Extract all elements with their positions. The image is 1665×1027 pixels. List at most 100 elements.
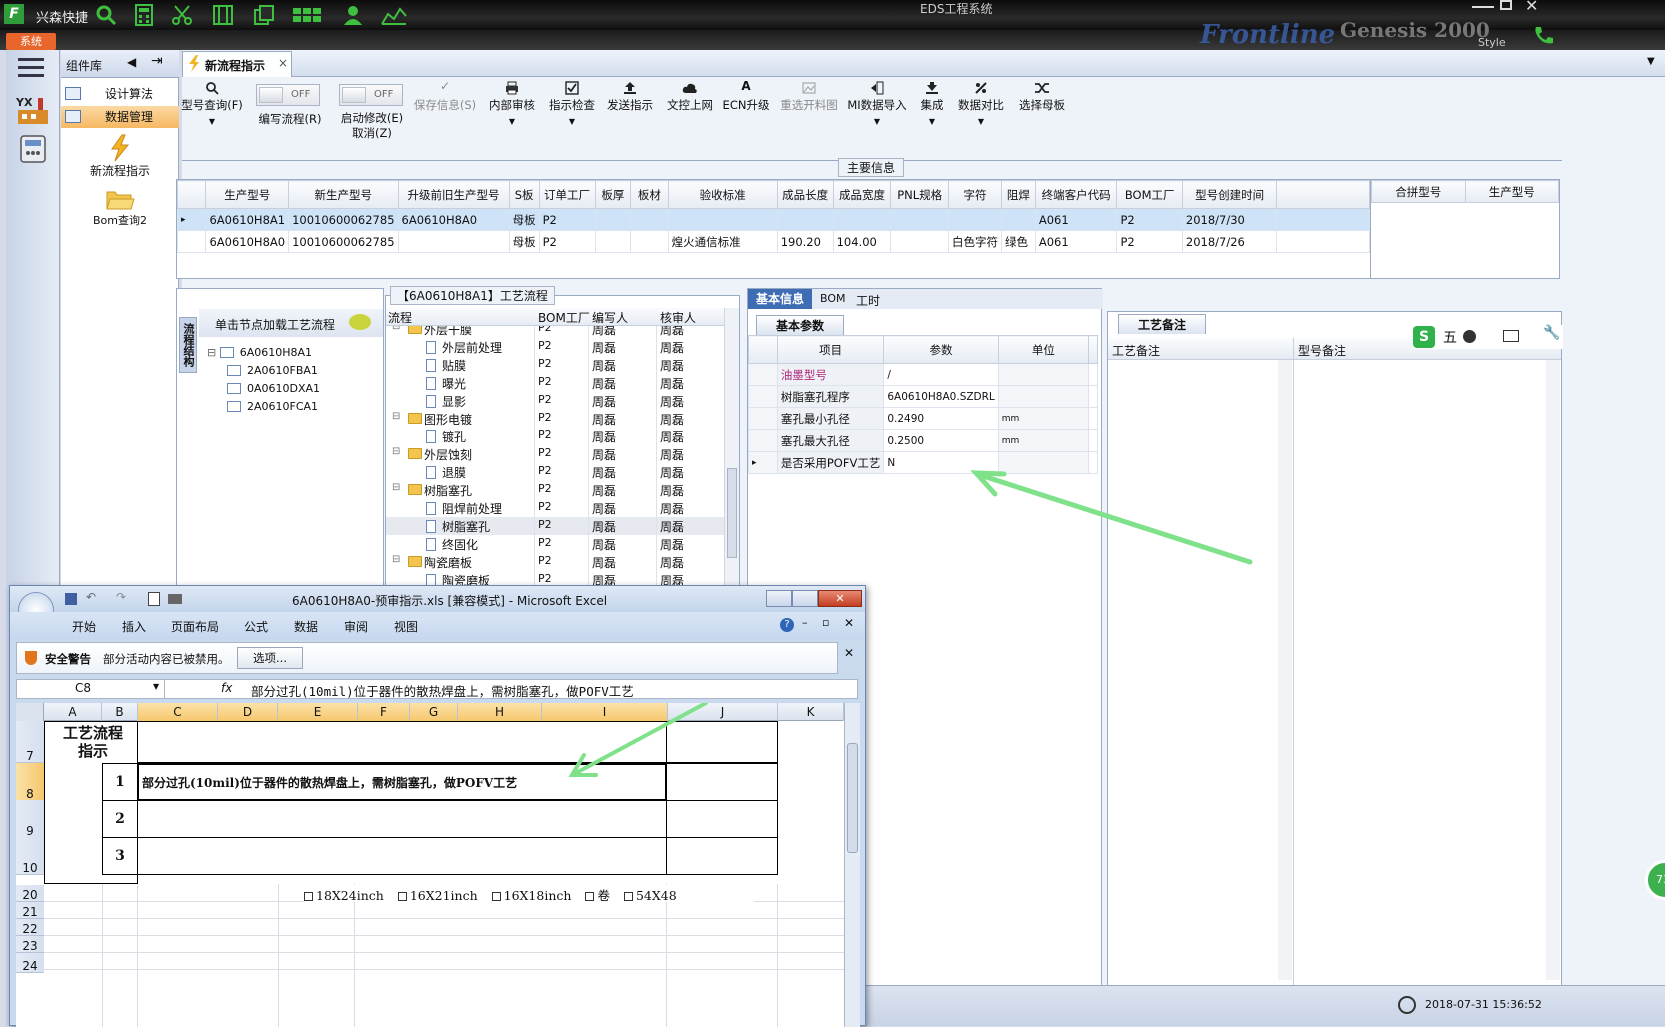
main-info-col-header[interactable]: PNL规格 <box>890 180 949 209</box>
collapse-icon[interactable]: ⊟ <box>392 482 400 493</box>
minimize-button[interactable] <box>766 590 792 607</box>
row-header[interactable]: 24 <box>16 953 44 973</box>
tab-new-flow-indication[interactable]: 新流程指示 × <box>182 51 292 77</box>
main-info-col-header[interactable]: 订单工厂 <box>538 180 596 209</box>
checkbox-icon[interactable] <box>585 892 595 901</box>
dropdown-arrow-icon[interactable]: ▼ <box>569 117 575 126</box>
main-info-col-header[interactable]: BOM工厂 <box>1116 180 1183 209</box>
flow-col-bom[interactable]: BOM工厂 <box>538 309 590 326</box>
main-info-col-header[interactable]: 成品长度 <box>776 180 834 209</box>
collapse-icon[interactable]: ⊟ <box>392 554 400 565</box>
help-icon[interactable]: ? <box>780 618 794 632</box>
process-remarks-col[interactable]: 工艺备注 <box>1112 342 1160 359</box>
main-info-col-header[interactable]: 升级前旧生产型号 <box>397 180 510 209</box>
calculator-icon[interactable] <box>133 4 155 26</box>
tree-root-node[interactable]: ⊟ 6A0610H8A1 <box>207 343 312 361</box>
size-option[interactable]: 18X24inch <box>304 888 384 903</box>
flow-row[interactable]: 阻焊前处理 P2 周磊 周磊 <box>386 499 724 517</box>
maximize-button[interactable] <box>1500 0 1512 10</box>
column-header[interactable]: F <box>358 703 410 721</box>
scroll-thumb[interactable] <box>727 468 737 558</box>
row-header[interactable]: 9 <box>16 800 44 838</box>
cell-B9[interactable]: 2 <box>102 800 138 838</box>
internal-review-button[interactable]: 内部审核 ▼ <box>482 79 542 127</box>
column-header[interactable]: E <box>278 703 358 721</box>
ribbon-tab[interactable]: 开始 <box>72 618 96 635</box>
collapse-icon[interactable]: ⊟ <box>207 346 220 359</box>
structure-vtab[interactable]: 流程结构 <box>179 317 197 373</box>
excel-vscroll[interactable] <box>844 703 860 1027</box>
fx-icon[interactable]: fx <box>221 681 232 695</box>
main-info-col-header[interactable]: 板材 <box>630 180 669 209</box>
indication-check-button[interactable]: 指示检查 ▼ <box>542 79 602 127</box>
grid-icon[interactable] <box>292 4 322 26</box>
ime-toolbar[interactable]: S 五 🔧 <box>1413 325 1563 349</box>
size-option[interactable]: 16X18inch <box>491 888 571 903</box>
hamburger-menu-icon[interactable] <box>18 58 44 78</box>
column-header[interactable]: B <box>102 703 138 721</box>
dropdown-arrow-icon[interactable]: ▼ <box>209 117 215 126</box>
main-info-col-header[interactable]: 生产型号 <box>205 180 290 209</box>
save-info-button[interactable]: ✓ 保存信息(S) <box>410 79 480 113</box>
main-info-col-header[interactable]: 型号创建时间 <box>1181 180 1278 209</box>
tab-basic-info[interactable]: 基本信息 <box>748 289 812 309</box>
model-query-button[interactable]: 型号查询(F) ▼ <box>176 79 248 127</box>
ribbon-tab[interactable]: 插入 <box>122 618 146 635</box>
sidebar-item-data-management[interactable]: 数据管理 <box>61 106 179 128</box>
main-info-col-header[interactable]: 新生产型号 <box>288 180 399 209</box>
size-option[interactable]: 16X21inch <box>397 888 478 903</box>
sidebar-item-design-algorithm[interactable]: 设计算法 <box>61 83 179 105</box>
collapse-icon[interactable]: ⊟ <box>392 326 400 332</box>
flow-row[interactable]: ⊟ 图形电镀 P2 周磊 周磊 <box>386 410 724 428</box>
flow-row[interactable]: 显影 P2 周磊 周磊 <box>386 392 724 410</box>
redo-icon[interactable]: ↷ <box>116 590 126 604</box>
flow-scrollbar[interactable] <box>724 308 739 590</box>
select-all-corner[interactable] <box>16 703 44 721</box>
select-mother-board-button[interactable]: 选择母板 <box>1012 79 1072 113</box>
flow-row[interactable]: 终固化 P2 周磊 周磊 <box>386 535 724 553</box>
tree-child-node[interactable]: 2A0610FBA1 <box>227 361 318 379</box>
film-icon[interactable] <box>212 4 234 26</box>
sub-tab-basic-params[interactable]: 基本参数 <box>756 315 844 335</box>
collapse-icon[interactable]: ⊟ <box>392 446 400 457</box>
cell-B8[interactable]: 1 <box>102 763 138 801</box>
cell-C10[interactable] <box>137 837 667 875</box>
size-option[interactable]: 卷 <box>585 888 610 903</box>
start-modify-toggle[interactable]: OFF <box>339 84 403 106</box>
ribbon-close-icon[interactable]: ✕ <box>844 616 854 630</box>
scissors-icon[interactable] <box>171 4 193 26</box>
flow-row[interactable]: 曝光 P2 周磊 周磊 <box>386 374 724 392</box>
tree-child-node[interactable]: 2A0610FCA1 <box>227 397 318 415</box>
dropdown-arrow-icon[interactable]: ▼ <box>509 117 515 126</box>
mi-data-import-button[interactable]: MI数据导入 ▼ <box>844 79 910 127</box>
style-menu[interactable]: Style <box>1478 36 1506 49</box>
close-security-icon[interactable]: ✕ <box>844 646 854 660</box>
column-header[interactable]: H <box>458 703 542 721</box>
cell-J10[interactable] <box>666 837 778 875</box>
tool-bom-query[interactable]: Bom查询2 <box>61 186 179 230</box>
print-preview-icon[interactable] <box>148 592 160 606</box>
cell-J9[interactable] <box>666 800 778 838</box>
minimize-button[interactable] <box>1472 0 1494 8</box>
flow-row[interactable]: 镀孔 P2 周磊 周磊 <box>386 427 724 445</box>
size-option[interactable]: 54X48 <box>623 888 677 903</box>
ribbon-tab[interactable]: 页面布局 <box>171 618 219 635</box>
flow-row[interactable]: 退膜 P2 周磊 周磊 <box>386 463 724 481</box>
tab-close-icon[interactable]: × <box>278 56 288 70</box>
remarks-scrollbar-left[interactable] <box>1278 360 1292 980</box>
row-header[interactable]: 21 <box>16 902 44 919</box>
chart-icon[interactable] <box>380 4 408 26</box>
model-remarks-col[interactable]: 型号备注 <box>1298 342 1346 359</box>
ribbon-tab[interactable]: 审阅 <box>344 618 368 635</box>
options-button[interactable]: 选项... <box>237 647 303 669</box>
table-row[interactable]: 6A0610H8A0 10010600062785 母板 P2 煌火通信标准 190.20… <box>177 230 1370 253</box>
row-header[interactable]: 23 <box>16 936 44 953</box>
close-icon[interactable]: ✕ <box>1525 0 1538 15</box>
name-box[interactable]: C8 ▼ <box>17 680 165 698</box>
row-header[interactable]: 10 <box>16 837 44 875</box>
print-icon[interactable] <box>168 594 182 604</box>
param-row[interactable]: 塞孔最小孔径 0.2490 mm <box>748 407 1098 430</box>
reselect-cutting-chart-button[interactable]: 重选开料图 <box>776 79 842 113</box>
formula-input[interactable]: 部分过孔(10mil)位于器件的散热焊盘上，需树脂塞孔，做POFV工艺 <box>251 681 634 700</box>
collapse-icon[interactable]: ⊟ <box>392 411 400 422</box>
